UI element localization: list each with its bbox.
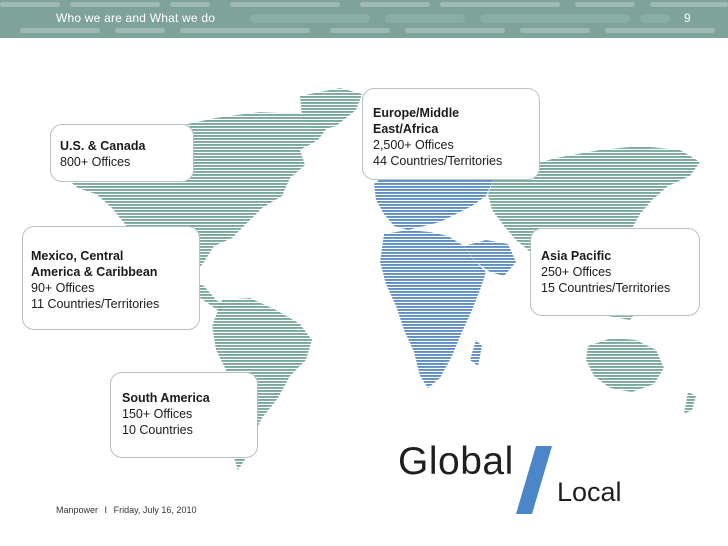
callout-asia-pacific: Asia Pacific 250+ Offices 15 Countries/T…: [530, 228, 700, 316]
global-word: Global: [398, 440, 514, 483]
callout-us-canada: U.S. & Canada 800+ Offices: [50, 124, 194, 182]
callout-south-america-title: South America: [122, 391, 210, 405]
callout-mexico: Mexico, Central America & Caribbean 90+ …: [22, 226, 200, 330]
callout-asia-pacific-countries: 15 Countries/Territories: [541, 281, 671, 295]
callout-emea-offices: 2,500+ Offices: [373, 138, 454, 152]
new-zealand-shape: [684, 392, 696, 414]
footer: Manpower I Friday, July 16, 2010: [56, 505, 196, 515]
footer-separator: I: [104, 505, 108, 515]
callout-mexico-title-line1: Mexico, Central: [31, 249, 124, 263]
callout-emea-title-line1: Europe/Middle: [373, 106, 460, 120]
callout-emea-title-line2: East/Africa: [373, 122, 439, 136]
slide: Who we are and What we do 9 U.S. & Canad…: [0, 0, 728, 546]
callout-emea: Europe/Middle East/Africa 2,500+ Offices…: [362, 88, 540, 180]
australia-shape: [586, 338, 664, 392]
callout-mexico-countries: 11 Countries/Territories: [31, 297, 160, 311]
callout-mexico-offices: 90+ Offices: [31, 281, 95, 295]
callout-south-america: South America 150+ Offices 10 Countries: [110, 372, 258, 458]
madagascar-shape: [470, 340, 482, 366]
footer-date: Friday, July 16, 2010: [113, 505, 197, 515]
local-word: Local: [557, 477, 622, 507]
callout-emea-countries: 44 Countries/Territories: [373, 154, 503, 168]
footer-company: Manpower: [56, 505, 99, 515]
callout-mexico-title-line2: America & Caribbean: [31, 265, 158, 279]
callout-south-america-countries: 10 Countries: [122, 423, 193, 437]
callout-asia-pacific-offices: 250+ Offices: [541, 265, 612, 279]
callout-us-canada-title: U.S. & Canada: [60, 139, 146, 153]
callout-asia-pacific-title: Asia Pacific: [541, 249, 612, 263]
callout-us-canada-offices: 800+ Offices: [60, 155, 131, 169]
callout-south-america-offices: 150+ Offices: [122, 407, 193, 421]
slash-mark: [516, 446, 552, 514]
